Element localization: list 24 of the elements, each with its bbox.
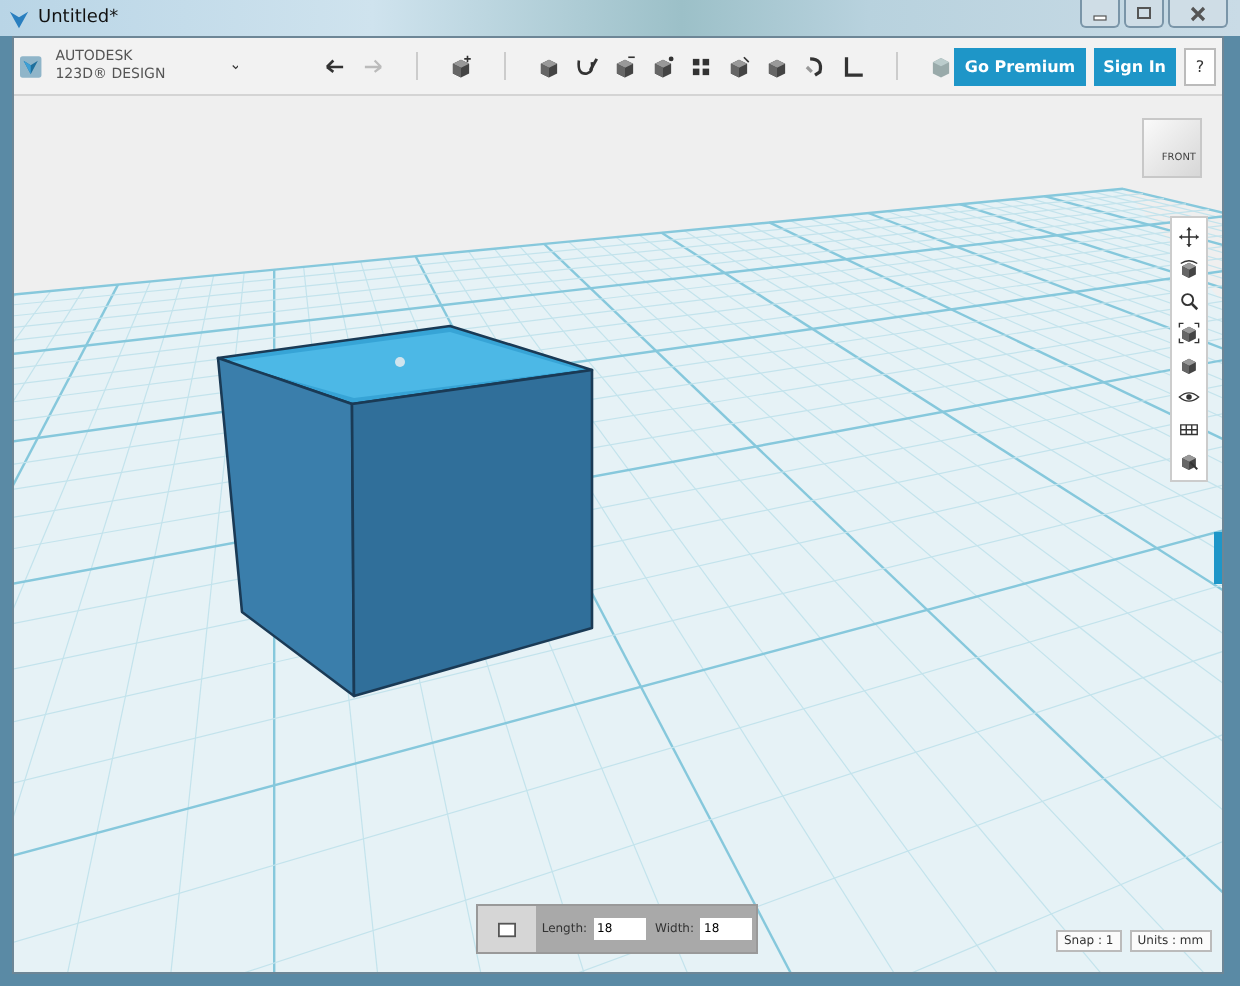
box-icon[interactable] <box>726 53 753 79</box>
search-icon[interactable] <box>1178 290 1200 312</box>
add-box-icon[interactable] <box>448 53 475 79</box>
window-title: Untitled* <box>38 8 121 28</box>
pan-icon[interactable] <box>1178 226 1200 248</box>
app-logo-icon <box>8 7 30 29</box>
orbit-icon[interactable] <box>1178 258 1200 280</box>
fit-icon[interactable] <box>1178 322 1200 344</box>
maximize-button[interactable] <box>1124 0 1164 28</box>
box-icon[interactable] <box>650 53 677 79</box>
close-icon <box>1188 3 1208 23</box>
close-button[interactable] <box>1168 0 1228 28</box>
rectangle-icon[interactable] <box>497 921 516 937</box>
cube-drawing[interactable] <box>216 324 594 698</box>
grid-icon[interactable] <box>1178 418 1200 440</box>
ruler-icon[interactable] <box>840 53 867 79</box>
sketch-icon[interactable] <box>574 53 601 79</box>
eye-icon[interactable] <box>1178 386 1200 408</box>
maximize-icon <box>1134 3 1154 23</box>
pattern-icon[interactable] <box>688 53 715 79</box>
box-icon[interactable] <box>612 53 639 79</box>
help-button[interactable]: ? <box>1184 47 1216 85</box>
material-icon[interactable] <box>1178 450 1200 472</box>
box-icon[interactable] <box>1178 354 1200 376</box>
